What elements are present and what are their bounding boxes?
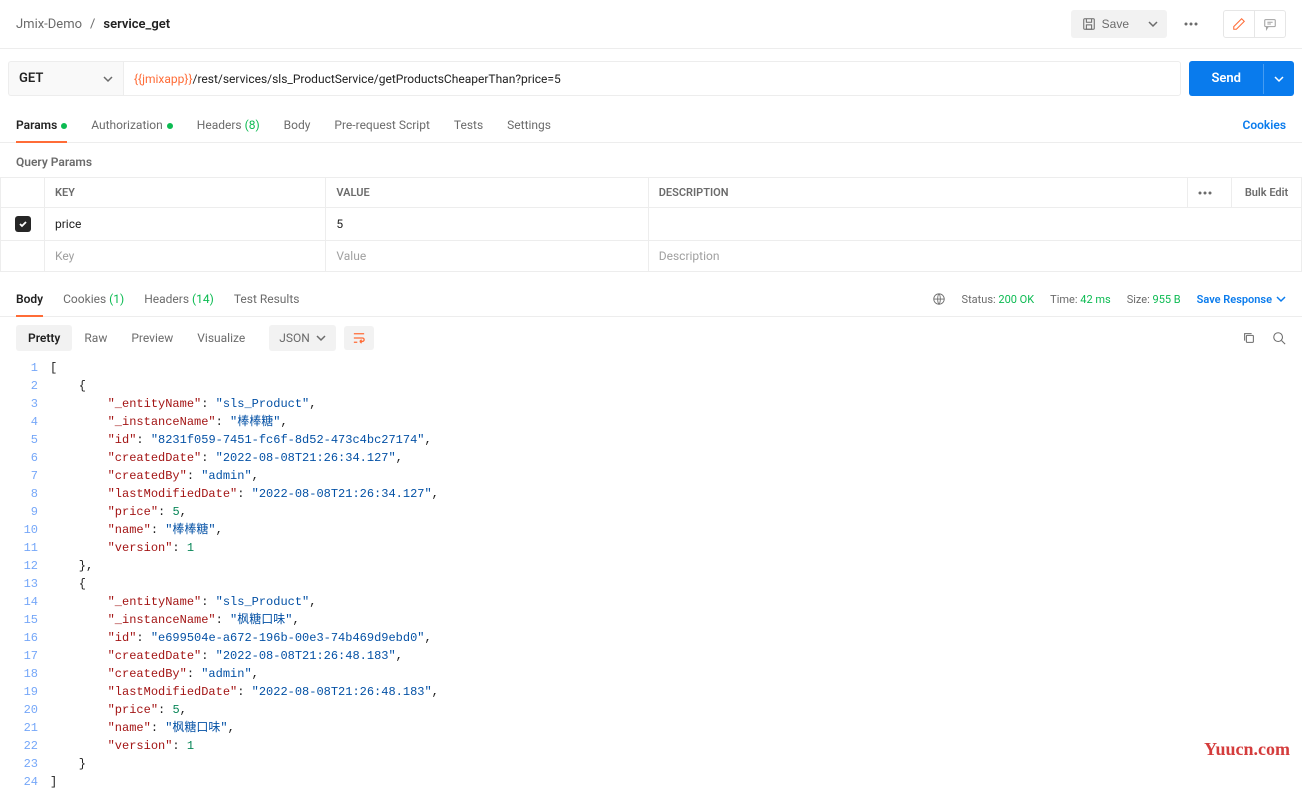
col-more[interactable] — [1188, 178, 1232, 208]
globe-icon[interactable] — [932, 292, 946, 306]
tab-prereq[interactable]: Pre-request Script — [334, 108, 429, 142]
more-icon — [1184, 22, 1198, 26]
more-actions-button[interactable] — [1175, 15, 1207, 33]
method-label: GET — [19, 71, 43, 86]
url-input[interactable]: {{jmixapp}}/rest/services/sls_ProductSer… — [123, 61, 1181, 96]
line-gutter: 123456789101112131415161718192021222324 — [0, 359, 50, 787]
chevron-down-icon — [1274, 74, 1284, 84]
chevron-down-icon — [1148, 19, 1158, 29]
request-tabs: Params Authorization Headers (8) Body Pr… — [0, 108, 1302, 143]
tab-authorization[interactable]: Authorization — [91, 108, 173, 142]
resp-tab-cookies[interactable]: Cookies (1) — [63, 282, 124, 316]
header-actions: Save — [1071, 10, 1286, 38]
cell-desc-placeholder[interactable]: Description — [648, 241, 1301, 272]
status-dot-icon — [61, 123, 67, 129]
cell-value-placeholder[interactable]: Value — [326, 241, 648, 272]
size-value: 955 B — [1153, 293, 1181, 306]
save-icon — [1082, 17, 1096, 31]
row-checkbox[interactable] — [15, 216, 31, 232]
params-table: KEY VALUE DESCRIPTION Bulk Edit price 5 … — [0, 177, 1302, 272]
pencil-icon — [1232, 17, 1246, 31]
view-pretty[interactable]: Pretty — [16, 325, 72, 351]
tab-count: (1) — [109, 292, 124, 306]
resp-tab-headers[interactable]: Headers (14) — [144, 282, 214, 316]
save-button[interactable]: Save — [1071, 10, 1140, 38]
response-body[interactable]: 123456789101112131415161718192021222324 … — [0, 359, 1302, 797]
bulk-edit[interactable]: Bulk Edit — [1232, 178, 1302, 208]
cell-value[interactable]: 5 — [326, 208, 648, 241]
table-row-empty: Key Value Description — [1, 241, 1302, 272]
status-dot-icon — [167, 123, 173, 129]
edit-button[interactable] — [1223, 10, 1255, 38]
breadcrumb-request: service_get — [103, 17, 170, 32]
breadcrumb-sep: / — [90, 17, 95, 32]
chevron-down-icon — [103, 74, 113, 84]
save-response-button[interactable]: Save Response — [1197, 293, 1286, 306]
search-icon — [1272, 331, 1286, 345]
save-label: Save — [1102, 17, 1129, 31]
method-select[interactable]: GET — [8, 61, 123, 96]
tab-settings[interactable]: Settings — [507, 108, 551, 142]
col-value: VALUE — [326, 178, 648, 208]
table-header-row: KEY VALUE DESCRIPTION Bulk Edit — [1, 178, 1302, 208]
view-preview[interactable]: Preview — [119, 325, 185, 351]
time-value: 42 ms — [1080, 293, 1110, 306]
chevron-down-icon — [316, 333, 326, 343]
col-key: KEY — [45, 178, 326, 208]
cookies-link[interactable]: Cookies — [1242, 118, 1286, 132]
copy-button[interactable] — [1242, 331, 1256, 345]
status-value: 200 OK — [998, 293, 1034, 306]
tab-label: Headers — [197, 118, 242, 132]
tab-tests[interactable]: Tests — [454, 108, 483, 142]
cell-key-placeholder[interactable]: Key — [45, 241, 326, 272]
wrap-icon — [352, 332, 366, 344]
col-desc: DESCRIPTION — [648, 178, 1187, 208]
format-label: JSON — [279, 331, 310, 345]
copy-icon — [1242, 331, 1256, 345]
watermark: Yuucn.com — [1204, 739, 1290, 760]
cell-key[interactable]: price — [45, 208, 326, 241]
url-path: /rest/services/sls_ProductService/getPro… — [193, 72, 561, 86]
status-label: Status: — [962, 293, 996, 306]
send-dropdown[interactable] — [1263, 64, 1294, 94]
format-select[interactable]: JSON — [269, 325, 336, 351]
view-raw[interactable]: Raw — [72, 325, 119, 351]
tab-label: Cookies — [63, 292, 106, 306]
cell-desc[interactable] — [648, 208, 1301, 241]
tab-params[interactable]: Params — [16, 108, 67, 142]
tab-label: Authorization — [91, 118, 163, 132]
time-label: Time: — [1050, 293, 1077, 306]
breadcrumb-bar: Jmix-Demo / service_get Save — [0, 0, 1302, 49]
breadcrumb-workspace[interactable]: Jmix-Demo — [16, 17, 82, 32]
send-button-group: Send — [1189, 61, 1294, 96]
chevron-down-icon — [1276, 294, 1286, 304]
wrap-lines-button[interactable] — [344, 326, 374, 350]
tab-count: (14) — [192, 292, 214, 306]
query-params-title: Query Params — [0, 143, 1302, 177]
comment-button[interactable] — [1255, 10, 1286, 38]
tab-body[interactable]: Body — [284, 108, 311, 142]
tab-headers[interactable]: Headers (8) — [197, 108, 260, 142]
comment-icon — [1263, 17, 1277, 31]
request-row: GET {{jmixapp}}/rest/services/sls_Produc… — [0, 49, 1302, 108]
resp-tab-body[interactable]: Body — [16, 282, 43, 316]
code-lines: [ { "_entityName": "sls_Product", "_inst… — [50, 359, 1302, 787]
save-dropdown[interactable] — [1140, 10, 1167, 38]
search-button[interactable] — [1272, 331, 1286, 345]
url-variable: {{jmixapp}} — [134, 72, 193, 86]
save-response-label: Save Response — [1197, 293, 1272, 306]
table-row: price 5 — [1, 208, 1302, 241]
response-meta: Status: 200 OK Time: 42 ms Size: 955 B S… — [932, 292, 1286, 306]
send-button[interactable]: Send — [1189, 61, 1263, 96]
body-toolbar: Pretty Raw Preview Visualize JSON — [0, 317, 1302, 359]
response-tabs: Body Cookies (1) Headers (14) Test Resul… — [0, 282, 1302, 317]
view-visualize[interactable]: Visualize — [185, 325, 257, 351]
breadcrumb: Jmix-Demo / service_get — [16, 17, 170, 32]
tab-label: Headers — [144, 292, 189, 306]
tab-label: Params — [16, 118, 57, 132]
size-label: Size: — [1127, 293, 1150, 306]
tab-count: (8) — [245, 118, 260, 132]
resp-tab-tests[interactable]: Test Results — [234, 282, 300, 316]
